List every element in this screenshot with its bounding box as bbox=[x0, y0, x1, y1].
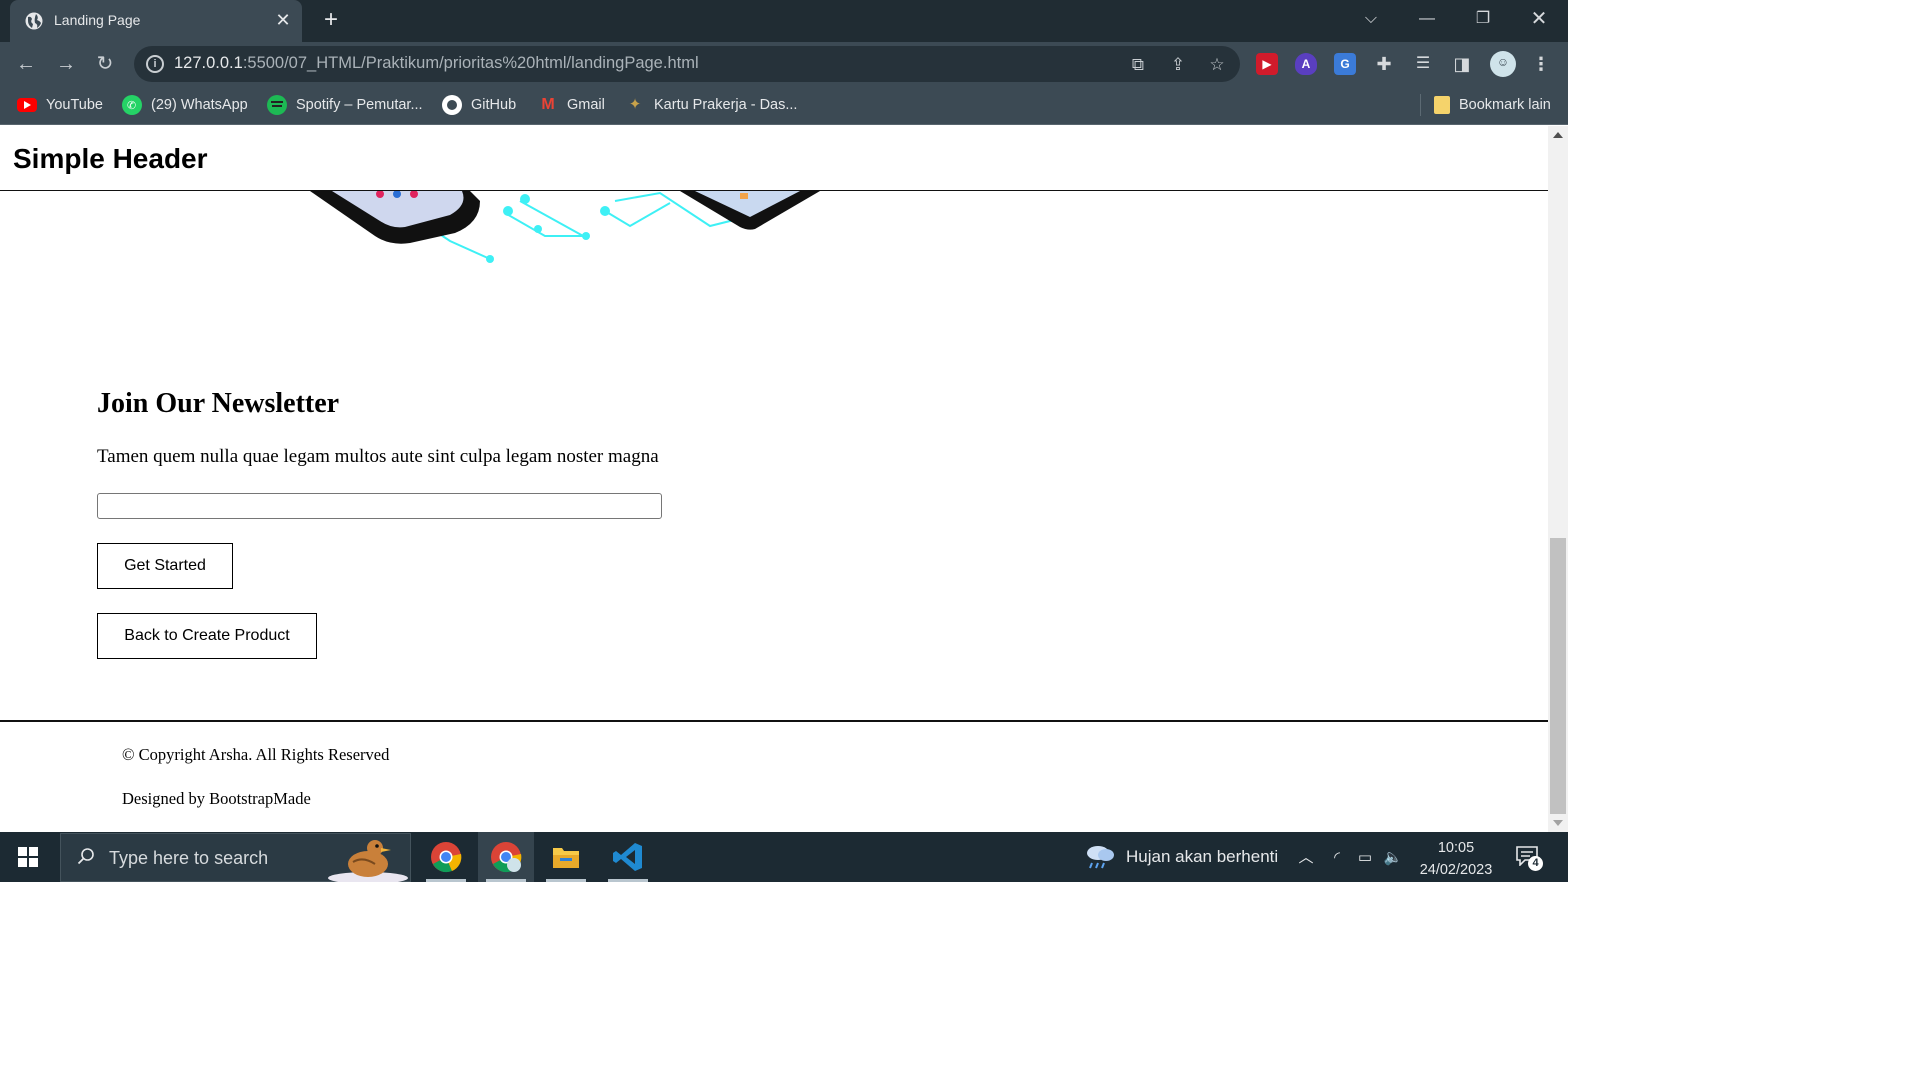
clock-date: 24/02/2023 bbox=[1419, 862, 1493, 878]
reading-list-icon[interactable]: ☰ bbox=[1412, 53, 1434, 75]
app-running-indicator bbox=[426, 879, 466, 882]
get-started-button[interactable]: Get Started bbox=[97, 543, 233, 589]
newsletter-description: Tamen quem nulla quae legam multos aute … bbox=[97, 446, 659, 467]
bookmarks-bar: YouTube ✆ (29) WhatsApp Spotify – Pemuta… bbox=[0, 86, 1568, 125]
chrome-icon bbox=[431, 842, 462, 873]
taskbar-search-box[interactable]: Type here to search bbox=[60, 833, 411, 882]
search-placeholder: Type here to search bbox=[109, 848, 269, 868]
footer-credits: Designed by BootstrapMade bbox=[122, 789, 311, 808]
clock-time: 10:05 bbox=[1437, 840, 1475, 856]
taskbar-chrome-profile-app[interactable] bbox=[478, 832, 534, 882]
bookmark-prakerja[interactable]: ✦ Kartu Prakerja - Das... bbox=[625, 94, 798, 116]
scroll-down-arrow-icon[interactable] bbox=[1553, 820, 1563, 826]
windows-taskbar: Type here to search Hujan akan berhenti … bbox=[0, 832, 1568, 882]
bookmark-star-icon[interactable]: ☆ bbox=[1206, 54, 1228, 76]
new-tab-button[interactable]: + bbox=[318, 8, 344, 34]
google-translate-icon[interactable]: G bbox=[1334, 53, 1356, 75]
bookmark-label: Gmail bbox=[567, 97, 605, 113]
angular-devtools-icon[interactable]: A bbox=[1295, 53, 1317, 75]
windows-start-icon[interactable] bbox=[18, 847, 38, 867]
browser-titlebar: Landing Page ✕ + ⌵ — ❐ ✕ bbox=[0, 0, 1568, 42]
taskbar-clock[interactable]: 10:05 24/02/2023 bbox=[1414, 837, 1498, 881]
bookmark-label: Kartu Prakerja - Das... bbox=[654, 97, 798, 113]
reload-icon[interactable]: ↻ bbox=[93, 52, 117, 76]
bookmark-label: (29) WhatsApp bbox=[151, 97, 248, 113]
scrollbar-thumb[interactable] bbox=[1550, 538, 1566, 814]
site-info-icon[interactable]: i bbox=[146, 55, 164, 73]
menu-kebab-icon[interactable]: ⋮ bbox=[1530, 53, 1552, 75]
taskbar-file-explorer-app[interactable] bbox=[538, 832, 594, 882]
youtube-icon bbox=[17, 98, 37, 112]
whatsapp-icon: ✆ bbox=[122, 95, 142, 115]
taskbar-vscode-app[interactable] bbox=[600, 832, 656, 882]
gmail-icon: M bbox=[541, 96, 555, 113]
weather-rain-icon bbox=[1087, 846, 1114, 869]
prakerja-icon: ✦ bbox=[628, 96, 642, 113]
app-running-indicator bbox=[546, 879, 586, 882]
side-panel-icon[interactable]: ◨ bbox=[1451, 53, 1473, 75]
browser-tab[interactable]: Landing Page ✕ bbox=[10, 0, 302, 42]
tab-title: Landing Page bbox=[54, 12, 141, 28]
vscode-icon bbox=[613, 843, 642, 871]
url-path: :5500/07_HTML/Praktikum/prioritas%20html… bbox=[242, 54, 699, 72]
bookmark-spotify[interactable]: Spotify – Pemutar... bbox=[267, 94, 423, 116]
folder-icon bbox=[1434, 96, 1450, 114]
globe-icon bbox=[25, 12, 43, 30]
bookmark-label: GitHub bbox=[471, 97, 517, 113]
bookmark-github[interactable]: GitHub bbox=[442, 94, 516, 116]
bookmark-folder-other[interactable]: Bookmark lain bbox=[1434, 94, 1551, 116]
github-icon bbox=[442, 95, 462, 115]
app-running-indicator bbox=[486, 879, 526, 882]
chrome-profile-icon bbox=[491, 842, 522, 873]
bookmark-gmail[interactable]: M Gmail bbox=[538, 94, 605, 116]
folder-explorer-icon bbox=[553, 848, 579, 868]
app-running-indicator bbox=[608, 879, 648, 882]
footer-divider bbox=[0, 720, 1548, 722]
footer-copyright: © Copyright Arsha. All Rights Reserved bbox=[122, 745, 390, 764]
profile-avatar[interactable]: ☺ bbox=[1490, 51, 1516, 77]
url-host: 127.0.0.1 bbox=[174, 54, 243, 72]
show-hidden-icons-chevron-icon[interactable]: ︿ bbox=[1296, 848, 1316, 868]
wifi-icon[interactable]: ◜ bbox=[1327, 848, 1347, 868]
translate-icon[interactable]: ⧉ bbox=[1127, 54, 1149, 76]
search-icon bbox=[77, 848, 94, 865]
notification-center-button[interactable]: 4 bbox=[1516, 846, 1543, 871]
address-bar[interactable]: i 127.0.0.1:5500/07_HTML/Praktikum/prior… bbox=[134, 46, 1240, 82]
page-viewport[interactable]: Simple Header Join Our Newsletter Tamen … bbox=[0, 126, 1548, 832]
back-arrow-icon[interactable]: ← bbox=[14, 52, 38, 76]
bookmarks-divider bbox=[1420, 94, 1421, 116]
hero-illustration bbox=[310, 191, 820, 263]
extension-red-icon[interactable]: ▶ bbox=[1256, 53, 1278, 75]
header-title: Simple Header bbox=[13, 143, 208, 174]
page-scrollbar[interactable] bbox=[1548, 126, 1568, 832]
extensions-puzzle-icon[interactable]: ✚ bbox=[1373, 53, 1395, 75]
restore-button[interactable]: ❐ bbox=[1467, 6, 1499, 32]
newsletter-title: Join Our Newsletter bbox=[97, 388, 340, 419]
bookmark-youtube[interactable]: YouTube bbox=[17, 94, 103, 116]
back-to-create-product-button[interactable]: Back to Create Product bbox=[97, 613, 317, 659]
scroll-up-arrow-icon[interactable] bbox=[1553, 132, 1563, 138]
forward-arrow-icon[interactable]: → bbox=[54, 52, 78, 76]
bookmark-label: YouTube bbox=[46, 97, 103, 113]
close-window-button[interactable]: ✕ bbox=[1523, 6, 1555, 32]
browser-toolbar: ← → ↻ i 127.0.0.1:5500/07_HTML/Praktikum… bbox=[0, 42, 1568, 86]
bookmark-label: Bookmark lain bbox=[1459, 97, 1551, 113]
tab-search-chevron-icon[interactable]: ⌵ bbox=[1355, 6, 1387, 32]
bookmark-whatsapp[interactable]: ✆ (29) WhatsApp bbox=[122, 94, 248, 116]
taskbar-chrome-app[interactable] bbox=[418, 832, 474, 882]
spotify-icon bbox=[267, 95, 287, 115]
volume-icon[interactable]: 🔈 bbox=[1383, 848, 1403, 868]
search-highlight-bird-icon bbox=[328, 840, 408, 882]
battery-icon[interactable]: ▭ bbox=[1355, 848, 1375, 868]
weather-text: Hujan akan berhenti bbox=[1126, 847, 1279, 866]
site-header: Simple Header bbox=[0, 126, 1548, 191]
share-icon[interactable]: ⇪ bbox=[1167, 54, 1189, 76]
weather-widget[interactable]: Hujan akan berhenti bbox=[1084, 844, 1278, 870]
url-text[interactable]: 127.0.0.1:5500/07_HTML/Praktikum/priorit… bbox=[174, 54, 699, 73]
minimize-button[interactable]: — bbox=[1411, 6, 1443, 32]
notification-count-badge: 4 bbox=[1528, 856, 1543, 871]
bookmark-label: Spotify – Pemutar... bbox=[296, 97, 423, 113]
newsletter-email-input[interactable] bbox=[97, 493, 662, 519]
close-tab-icon[interactable]: ✕ bbox=[272, 9, 294, 31]
